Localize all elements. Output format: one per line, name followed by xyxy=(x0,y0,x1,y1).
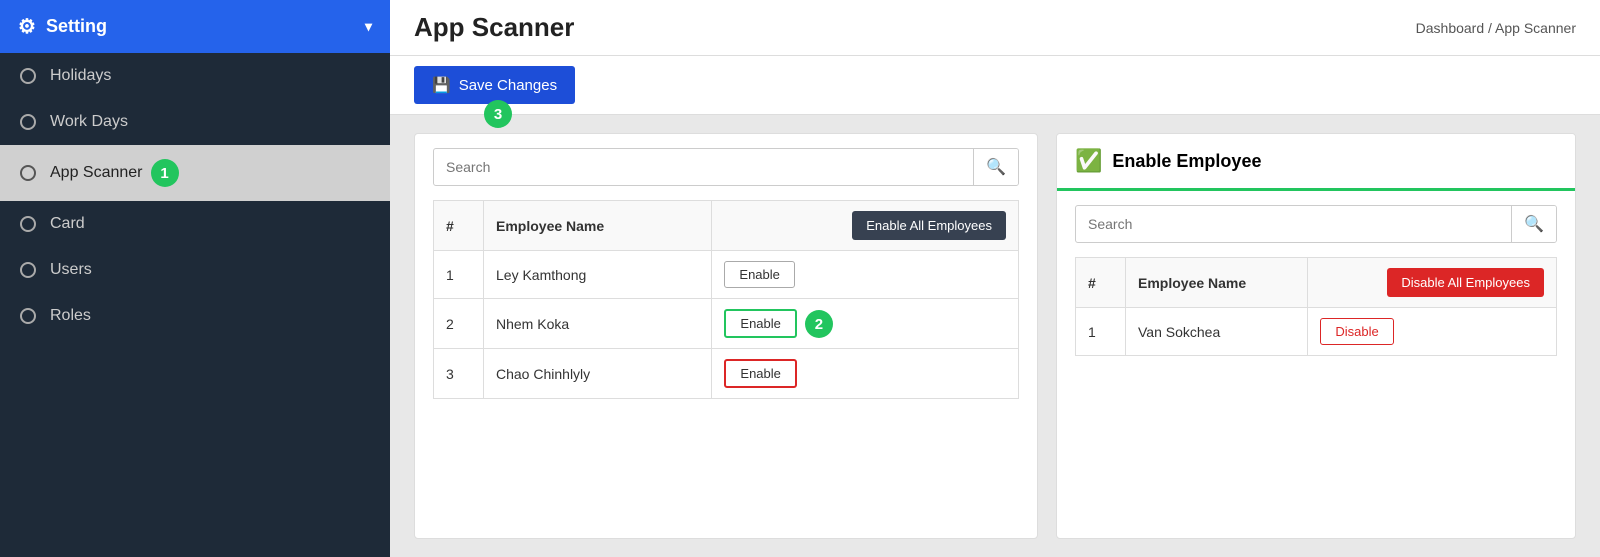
sidebar-label-holidays: Holidays xyxy=(50,67,111,85)
breadcrumb: Dashboard / App Scanner xyxy=(1416,20,1576,36)
row-num: 2 xyxy=(434,299,484,349)
disable-all-button[interactable]: Disable All Employees xyxy=(1387,268,1544,297)
sidebar-label-appscanner: App Scanner xyxy=(50,164,143,182)
disable-button[interactable]: Disable xyxy=(1320,318,1393,345)
step-badge-2: 2 xyxy=(805,310,833,338)
row-action: Enable xyxy=(712,349,1019,399)
right-col-action: Disable All Employees xyxy=(1308,258,1557,308)
breadcrumb-current: App Scanner xyxy=(1495,20,1576,36)
row-num: 1 xyxy=(434,251,484,299)
sidebar-item-workdays[interactable]: Work Days xyxy=(0,99,390,145)
row-action: Enable xyxy=(712,251,1019,299)
row-employee-name: Ley Kamthong xyxy=(484,251,712,299)
right-search-input[interactable] xyxy=(1076,208,1511,240)
right-table-container: # Employee Name Disable All Employees 1V… xyxy=(1057,257,1575,538)
sidebar-label-workdays: Work Days xyxy=(50,113,128,131)
row-action: Disable xyxy=(1308,308,1557,356)
row-employee-name: Chao Chinhlyly xyxy=(484,349,712,399)
left-search-bar: 🔍 xyxy=(433,148,1019,186)
chevron-down-icon: ▾ xyxy=(365,18,372,35)
right-search-bar: 🔍 xyxy=(1075,205,1557,243)
sidebar-title: Setting xyxy=(46,16,107,37)
table-row: 1Van Sokchea Disable xyxy=(1076,308,1557,356)
sidebar-item-appscanner[interactable]: App Scanner 1 xyxy=(0,145,390,201)
left-table-container: # Employee Name Enable All Employees 1Le… xyxy=(415,200,1037,538)
breadcrumb-separator: / xyxy=(1488,20,1495,36)
sidebar-header[interactable]: ⚙ Setting ▾ xyxy=(0,0,390,53)
row-action: Enable 2 xyxy=(712,299,1019,349)
sidebar-item-holidays[interactable]: Holidays xyxy=(0,53,390,99)
left-search-input[interactable] xyxy=(434,151,973,183)
page-title: App Scanner xyxy=(414,12,574,43)
left-col-name: Employee Name xyxy=(484,201,712,251)
sidebar-label-card: Card xyxy=(50,215,85,233)
enable-all-button[interactable]: Enable All Employees xyxy=(852,211,1006,240)
toolbar: 💾 Save Changes 3 xyxy=(390,56,1600,115)
row-employee-name: Nhem Koka xyxy=(484,299,712,349)
step-badge-3: 3 xyxy=(484,100,512,128)
radio-icon xyxy=(20,216,36,232)
topbar: App Scanner Dashboard / App Scanner xyxy=(390,0,1600,56)
left-col-action: Enable All Employees xyxy=(712,201,1019,251)
right-panel-title: Enable Employee xyxy=(1112,151,1261,172)
left-table: # Employee Name Enable All Employees 1Le… xyxy=(433,200,1019,399)
right-panel: ✅ Enable Employee 🔍 # Employee Name Disa… xyxy=(1056,133,1576,539)
right-panel-header: ✅ Enable Employee xyxy=(1057,134,1575,191)
check-circle-icon: ✅ xyxy=(1075,148,1102,174)
table-row: 3Chao Chinhlyly Enable xyxy=(434,349,1019,399)
table-row: 2Nhem KokaEnable2 xyxy=(434,299,1019,349)
right-search-button[interactable]: 🔍 xyxy=(1511,206,1556,242)
right-col-num: # xyxy=(1076,258,1126,308)
save-button[interactable]: 💾 Save Changes xyxy=(414,66,575,104)
sidebar-label-users: Users xyxy=(50,261,92,279)
save-label: Save Changes xyxy=(459,77,557,94)
enable-button[interactable]: Enable xyxy=(724,309,796,338)
row-num: 1 xyxy=(1076,308,1126,356)
left-col-num: # xyxy=(434,201,484,251)
right-table: # Employee Name Disable All Employees 1V… xyxy=(1075,257,1557,356)
radio-icon xyxy=(20,308,36,324)
sidebar: ⚙ Setting ▾ Holidays Work Days App Scann… xyxy=(0,0,390,557)
save-icon: 💾 xyxy=(432,76,451,94)
main-content: App Scanner Dashboard / App Scanner 💾 Sa… xyxy=(390,0,1600,557)
left-panel: 🔍 # Employee Name Enable All Employees xyxy=(414,133,1038,539)
table-row: 1Ley Kamthong Enable xyxy=(434,251,1019,299)
step-badge-1: 1 xyxy=(151,159,179,187)
enable-button[interactable]: Enable xyxy=(724,261,794,288)
content-area: 🔍 # Employee Name Enable All Employees xyxy=(390,115,1600,557)
left-search-button[interactable]: 🔍 xyxy=(973,149,1018,185)
sidebar-item-users[interactable]: Users xyxy=(0,247,390,293)
gear-icon: ⚙ xyxy=(18,14,36,39)
radio-icon xyxy=(20,68,36,84)
radio-icon xyxy=(20,114,36,130)
sidebar-item-roles[interactable]: Roles xyxy=(0,293,390,339)
breadcrumb-home[interactable]: Dashboard xyxy=(1416,20,1485,36)
enable-button[interactable]: Enable xyxy=(724,359,796,388)
radio-icon xyxy=(20,262,36,278)
sidebar-item-card[interactable]: Card xyxy=(0,201,390,247)
right-col-name: Employee Name xyxy=(1126,258,1308,308)
sidebar-label-roles: Roles xyxy=(50,307,91,325)
row-num: 3 xyxy=(434,349,484,399)
row-employee-name: Van Sokchea xyxy=(1126,308,1308,356)
radio-icon xyxy=(20,165,36,181)
